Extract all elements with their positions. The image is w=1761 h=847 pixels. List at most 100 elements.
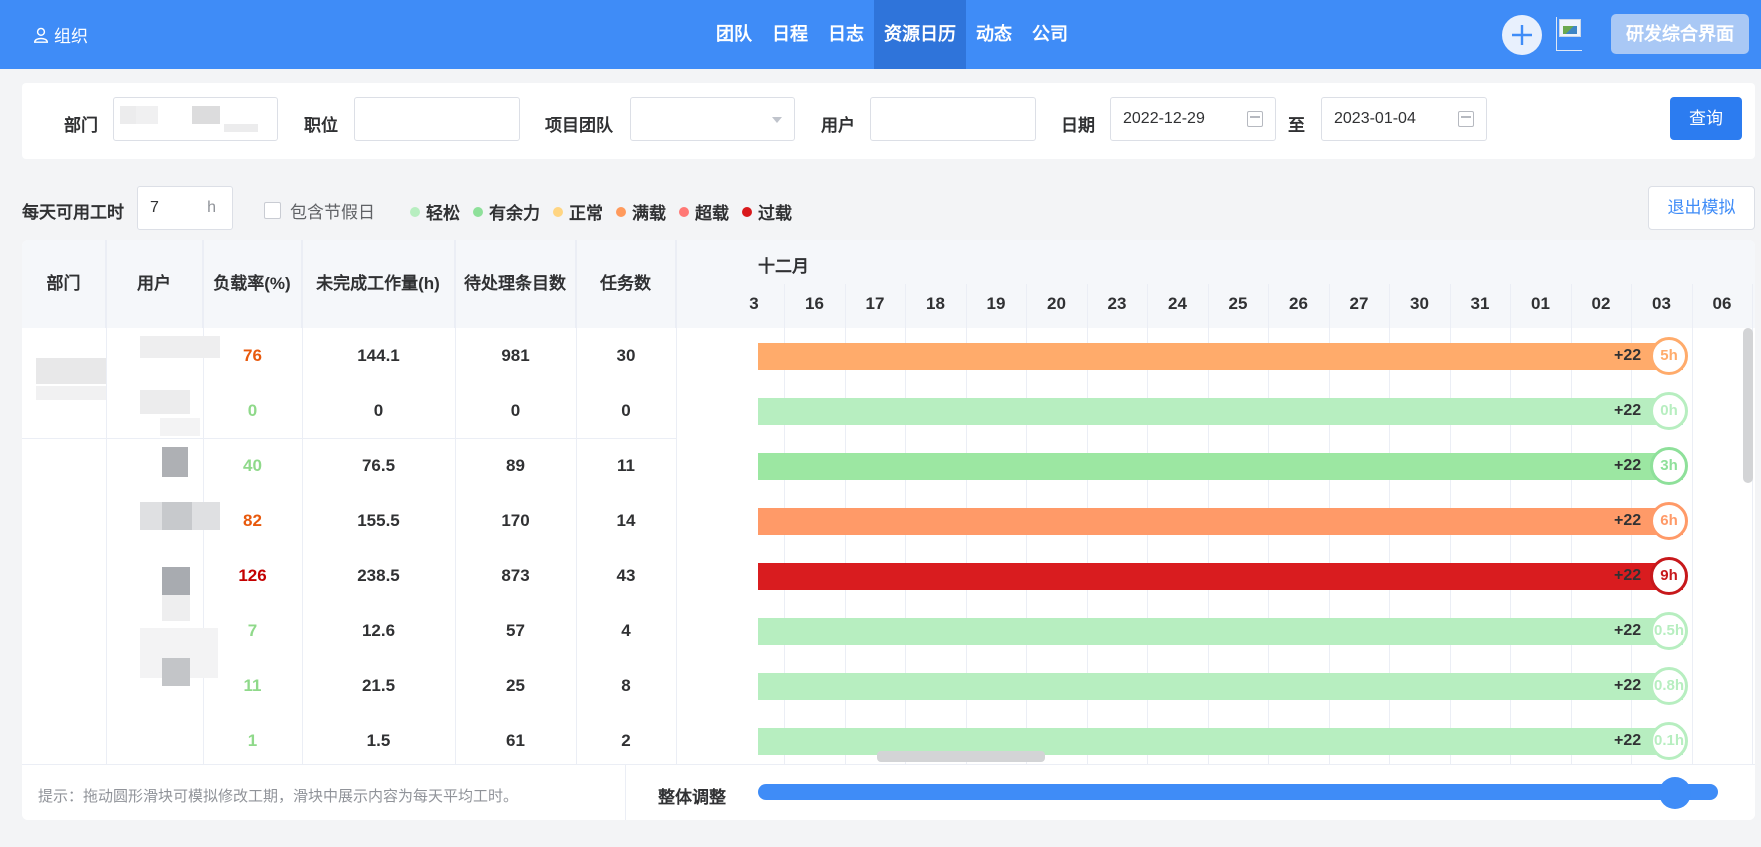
horizontal-scrollbar[interactable] <box>877 751 1045 762</box>
workload-bar <box>758 617 1683 645</box>
day-label: 25 <box>1228 294 1248 313</box>
pending-cell: 873 <box>501 565 530 585</box>
system-switch-button[interactable]: 研发综合界面 <box>1611 14 1749 54</box>
remaining-cell: 155.5 <box>357 510 400 530</box>
tasks-cell: 11 <box>617 455 635 475</box>
org-menu[interactable]: 组织 <box>32 22 88 47</box>
date-from-value: 2022-12-29 <box>1123 110 1205 127</box>
legend-label: 轻松 <box>426 204 460 223</box>
legend-dot <box>616 206 626 217</box>
user-label: 用户 <box>821 116 855 135</box>
day-label: 3 <box>749 294 759 313</box>
legend-item: 有余力 <box>473 199 540 224</box>
workload-bar <box>758 452 1683 480</box>
day-label: 27 <box>1349 294 1369 313</box>
hint-text: 提示：拖动圆形滑块可模拟修改工期，滑块中展示内容为每天平均工时。 <box>38 788 519 805</box>
load-cell: 7 <box>247 620 258 640</box>
user-input[interactable] <box>870 97 1036 141</box>
day-label: 23 <box>1107 294 1127 313</box>
overflow-count: +22 <box>1614 401 1642 419</box>
remaining-cell: 0 <box>373 400 384 420</box>
legend-dot <box>473 206 483 217</box>
main-nav: 团队 日程 日志 资源日历 动态 公司 <box>706 0 1078 69</box>
pending-cell: 25 <box>506 675 525 695</box>
legend-item: 正常 <box>553 199 603 224</box>
daily-hours-input[interactable]: 7 h <box>137 186 233 230</box>
load-cell: 40 <box>243 455 262 475</box>
nav-tab-2[interactable]: 日志 <box>818 0 874 69</box>
dept-select[interactable] <box>113 97 278 141</box>
legend-label: 正常 <box>569 204 603 223</box>
blurred-name <box>160 418 200 436</box>
legend-label: 超载 <box>695 204 729 223</box>
remaining-cell: 21.5 <box>361 675 396 695</box>
overall-adjust-slider[interactable] <box>758 784 1718 800</box>
overflow-count: +22 <box>1614 456 1642 474</box>
date-to-value: 2023-01-04 <box>1334 110 1416 127</box>
load-cell: 1 <box>247 730 258 750</box>
vertical-scrollbar[interactable] <box>1743 328 1753 483</box>
include-holidays-checkbox[interactable]: 包含节假日 <box>264 198 375 223</box>
daily-hours-unit: h <box>207 199 216 216</box>
legend-dot <box>553 206 563 217</box>
legend-item: 轻松 <box>410 199 460 224</box>
blurred-name <box>140 390 190 414</box>
team-select[interactable] <box>630 97 795 141</box>
duration-slider-handle[interactable]: 9h <box>1650 556 1688 595</box>
overall-adjust-handle[interactable] <box>1659 777 1691 809</box>
calendar-icon <box>1458 111 1474 127</box>
add-button[interactable] <box>1502 15 1542 55</box>
avatar[interactable] <box>1556 17 1582 51</box>
checkbox-box[interactable] <box>264 202 281 219</box>
blurred-name <box>162 595 190 621</box>
workload-bar <box>758 562 1683 590</box>
remaining-cell: 144.1 <box>357 345 400 365</box>
gantt-header: 十二月 <box>758 240 1755 328</box>
day-label: 02 <box>1591 294 1611 313</box>
legend-dot <box>742 206 752 217</box>
tasks-cell: 8 <box>621 675 631 695</box>
duration-slider-handle[interactable]: 5h <box>1650 336 1688 375</box>
nav-tab-1[interactable]: 日程 <box>762 0 818 69</box>
broken-image-icon <box>1559 19 1581 37</box>
overflow-count: +22 <box>1614 676 1642 694</box>
nav-tab-5[interactable]: 公司 <box>1022 0 1078 69</box>
column-header: 任务数 <box>576 240 676 328</box>
load-cell: 126 <box>238 565 267 585</box>
column-header: 用户 <box>106 240 203 328</box>
pending-cell: 981 <box>501 345 530 365</box>
legend-label: 满载 <box>632 204 666 223</box>
day-label: 01 <box>1531 294 1550 313</box>
query-button[interactable]: 查询 <box>1670 97 1742 140</box>
tasks-cell: 14 <box>616 510 636 530</box>
pending-cell: 61 <box>506 730 525 750</box>
overflow-count: +22 <box>1614 566 1642 584</box>
duration-slider-handle[interactable]: 0.1h <box>1650 721 1688 760</box>
org-label: 组织 <box>54 27 88 46</box>
nav-tab-3[interactable]: 资源日历 <box>874 0 966 69</box>
column-header: 待处理条目数 <box>455 240 576 328</box>
exit-simulation-button[interactable]: 退出模拟 <box>1648 186 1755 230</box>
nav-tab-4[interactable]: 动态 <box>966 0 1022 69</box>
remaining-cell: 238.5 <box>357 565 400 585</box>
duration-slider-handle[interactable]: 0h <box>1650 391 1688 430</box>
day-label: 30 <box>1410 294 1429 313</box>
workload-bar <box>758 672 1683 700</box>
pending-cell: 57 <box>506 620 525 640</box>
duration-slider-handle[interactable]: 3h <box>1650 446 1688 485</box>
user-icon <box>33 27 49 43</box>
day-label: 16 <box>805 294 824 313</box>
load-cell: 82 <box>243 510 262 530</box>
duration-slider-handle[interactable]: 0.5h <box>1650 611 1688 650</box>
date-to-input[interactable]: 2023-01-04 <box>1321 97 1487 141</box>
position-input[interactable] <box>354 97 520 141</box>
nav-tab-0[interactable]: 团队 <box>706 0 762 69</box>
top-navigation-bar: 组织 团队 日程 日志 资源日历 动态 公司 研发综合界面 <box>0 0 1761 69</box>
duration-slider-handle[interactable]: 0.8h <box>1650 666 1688 705</box>
day-label: 18 <box>926 294 945 313</box>
duration-slider-handle[interactable]: 6h <box>1650 501 1688 540</box>
blurred-name <box>162 502 192 530</box>
load-cell: 0 <box>247 400 258 420</box>
date-from-input[interactable]: 2022-12-29 <box>1110 97 1276 141</box>
day-label: 19 <box>986 294 1006 313</box>
